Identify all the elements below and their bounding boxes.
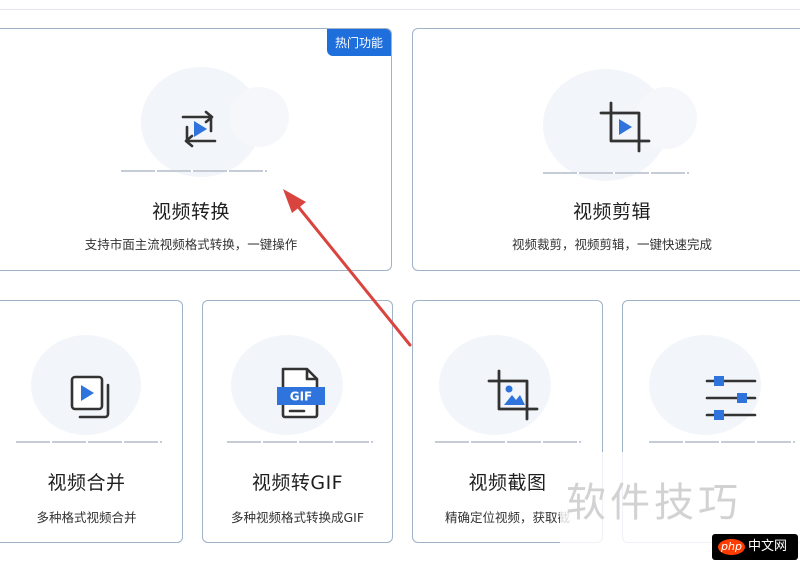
decorative-dashes: [121, 170, 267, 172]
php-logo-mark: php: [718, 539, 745, 555]
top-divider: [0, 9, 800, 10]
background-blob: [229, 87, 289, 147]
decorative-dashes: [543, 172, 689, 174]
watermark-text: 软件技巧: [566, 480, 742, 526]
card-video-merge[interactable]: 视频合并 多种格式视频合并: [0, 300, 183, 543]
hot-feature-badge: 热门功能: [326, 29, 391, 56]
card-video-convert[interactable]: 视频转换 支持市面主流视频格式转换，一键操作 热门功能: [0, 28, 392, 271]
video-crop-icon: [599, 101, 651, 153]
card-description: 支持市面主流视频格式转换，一键操作: [84, 237, 298, 252]
site-logo: php 中文网: [712, 534, 798, 560]
image-crop-icon: [487, 369, 539, 421]
card-title: 视频转换: [151, 201, 230, 223]
decorative-dashes: [649, 441, 795, 443]
card-description: 视频裁剪，视频剪辑，一键快速完成: [511, 237, 712, 252]
card-video-edit[interactable]: 视频剪辑 视频裁剪，视频剪辑，一键快速完成: [412, 28, 800, 271]
card-title: 视频转GIF: [251, 472, 344, 494]
site-logo-text: 中文网: [747, 539, 787, 554]
decorative-dashes: [227, 441, 373, 443]
gif-file-icon: GIF: [277, 367, 325, 419]
sliders-icon: [705, 376, 757, 420]
gif-icon-label: GIF: [290, 390, 313, 404]
card-description: 多种视频格式转换成GIF: [230, 510, 365, 525]
card-description: 多种格式视频合并: [36, 510, 137, 525]
decorative-dashes: [435, 441, 581, 443]
video-merge-icon: [70, 375, 110, 419]
video-convert-icon: [181, 110, 217, 148]
card-title: 视频合并: [47, 472, 126, 494]
card-title: 视频剪辑: [572, 201, 651, 223]
decorative-dashes: [16, 441, 162, 443]
card-video-to-gif[interactable]: GIF 视频转GIF 多种视频格式转换成GIF: [202, 300, 393, 543]
